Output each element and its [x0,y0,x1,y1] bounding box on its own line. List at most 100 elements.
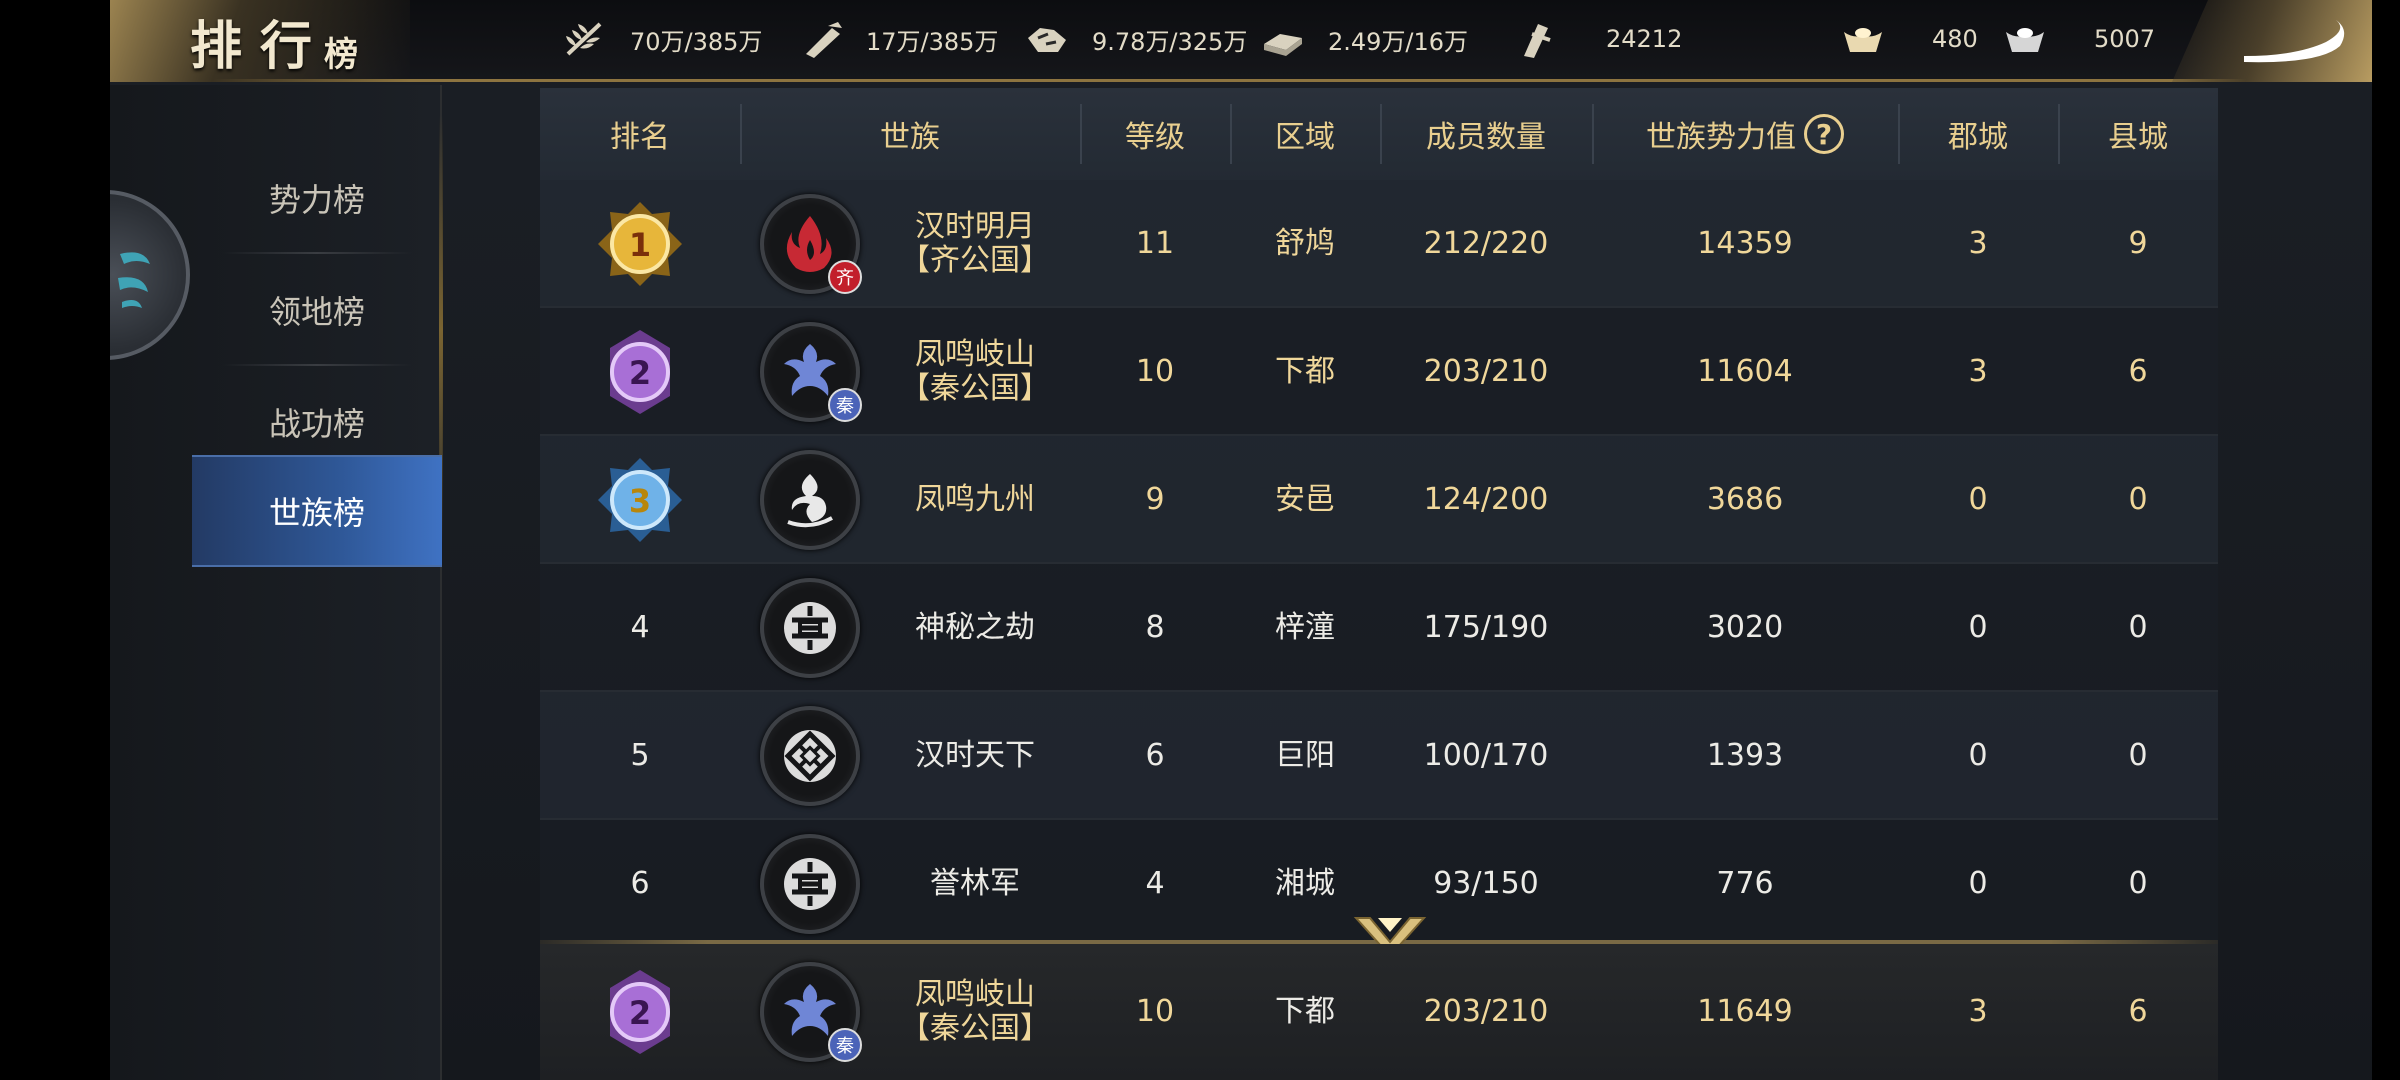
gold-medal-icon: 1 [598,202,682,286]
resource-iron[interactable]: 2.49万/16万 [1260,0,1468,78]
page-title-main: 排行 [190,16,331,77]
svg-text:2: 2 [629,994,651,1032]
swirl-emblem-icon [787,474,833,528]
col-commandery: 郡城 [1948,120,2008,155]
top-bar: 排行 榜 70万/385万 17万/385万 9.78万/325万 2.49万/… [110,0,2372,82]
clan-emblem [760,450,860,550]
purple-medal-icon: 2 [610,970,670,1054]
nation-badge: 秦 [828,1028,862,1062]
nation-badge: 齐 [828,260,862,294]
clan-members: 124/200 [1423,482,1549,517]
return-arrow-icon [2244,20,2345,63]
resource-gold[interactable]: 480 [1840,0,1978,78]
table-row[interactable]: 5 汉时天下 6 巨阳 100/170 1393 0 0 [540,692,2218,820]
clan-name: 汉时明月 【齐公国】 [900,209,1050,278]
rank-medal-2: 2 [540,308,740,436]
clan-members: 203/210 [1423,994,1549,1029]
help-icon[interactable]: ? [1804,114,1844,154]
clan-power: 3686 [1706,482,1784,517]
grain-icon [566,22,602,56]
token-icon [1524,24,1551,58]
col-clan: 世族 [880,120,940,155]
nav-item-clan-label: 世族榜 [268,494,365,532]
nav-item-clan[interactable]: 世族榜 [192,455,442,567]
iron-icon [1264,34,1302,56]
menu-orb-button[interactable] [110,190,190,360]
table-row[interactable]: 3 凤鸣九州 9 安邑 124/200 3686 0 0 [540,436,2218,564]
nav-item-territory[interactable]: 领地榜 [192,254,442,366]
clan-level: 4 [1145,866,1165,901]
clan-region: 下都 [1275,354,1335,389]
clan-name: 汉时天下 [915,738,1035,773]
clan-power: 11604 [1697,354,1793,389]
clan-commandery: 3 [1968,226,1988,261]
resource-iron-value: 2.49万/16万 [1328,27,1469,56]
clan-county: 6 [2128,354,2148,389]
svg-text:1: 1 [629,226,651,264]
clan-commandery: 0 [1968,866,1988,901]
table-row[interactable]: 4 神秘之劫 8 梓潼 175/190 3020 0 0 [540,564,2218,692]
col-level: 等级 [1125,120,1185,155]
page-title: 排行 榜 [190,2,358,80]
left-nav: 势力榜 领地榜 战功榜 世族榜 [110,85,443,1080]
clan-members: 100/170 [1423,738,1549,773]
clan-rank: 4 [630,610,650,645]
my-rank-medal: 2 [540,944,740,1080]
my-clan-row[interactable]: 2 秦 凤鸣岐山 【秦公国】 10 下都 203/210 11649 3 6 [540,944,2218,1080]
clan-emblem: 秦 [760,962,862,1062]
clan-name: 神秘之劫 [915,610,1035,645]
col-power-label: 世族势力值 [1646,120,1796,155]
col-power: 世族势力值 ? [1592,88,1898,180]
clan-county: 0 [2128,482,2148,517]
resource-token-value: 24212 [1606,25,1683,53]
clan-emblem [760,706,860,806]
resource-wood[interactable]: 17万/385万 [798,0,998,78]
clan-power: 776 [1716,866,1774,901]
clan-level: 10 [1135,354,1175,389]
clan-region: 舒鸠 [1275,226,1335,261]
shou-emblem-icon [784,858,836,910]
clan-members: 203/210 [1423,354,1549,389]
col-region: 区域 [1275,120,1335,155]
clan-members: 212/220 [1423,226,1549,261]
clan-level: 10 [1135,994,1175,1029]
ranking-screen: 排行 榜 70万/385万 17万/385万 9.78万/325万 2.49万/… [110,0,2372,1080]
nav-item-territory-label: 领地榜 [268,293,365,331]
resource-grain[interactable]: 70万/385万 [562,0,762,78]
clan-name: 凤鸣岐山 【秦公国】 [900,977,1050,1046]
table-row[interactable]: 1 齐 汉时明月 【齐公国】 11 舒鸠 212/220 14359 3 9 [540,180,2218,308]
resource-wood-value: 17万/385万 [866,27,999,56]
resource-token[interactable]: 24212 [1514,0,1682,78]
clan-power: 3020 [1706,610,1784,645]
clan-emblem [760,834,860,934]
clan-emblem [760,578,860,678]
nav-item-power[interactable]: 势力榜 [192,142,442,254]
resource-silver-value: 5007 [2094,25,2156,53]
blue-medal-icon: 3 [598,458,682,542]
clan-county: 9 [2128,226,2148,261]
resource-silver[interactable]: 5007 [2002,0,2155,78]
clan-power: 14359 [1697,226,1793,261]
silver-ingot-icon [2006,28,2044,52]
clan-members: 175/190 [1423,610,1549,645]
knot-emblem-icon [784,730,836,782]
clan-commandery: 0 [1968,738,1988,773]
clan-level: 9 [1145,482,1165,517]
svg-text:3: 3 [629,482,651,520]
resource-stone[interactable]: 9.78万/325万 [1024,0,1247,78]
col-members: 成员数量 [1426,120,1546,155]
swirl-icon [118,252,150,308]
nation-badge: 秦 [828,388,862,422]
clan-level: 8 [1145,610,1165,645]
clan-region: 梓潼 [1275,610,1335,645]
clan-region: 安邑 [1275,482,1335,517]
clan-level: 6 [1145,738,1165,773]
clan-name: 凤鸣岐山 【秦公国】 [900,337,1050,406]
table-row[interactable]: 2 秦 凤鸣岐山 【秦公国】 10 下都 203/210 11604 3 6 [540,308,2218,436]
return-button[interactable] [2172,0,2372,82]
shou-emblem-icon [784,602,836,654]
col-rank: 排名 [610,120,670,155]
clan-power: 11649 [1697,994,1793,1029]
resource-gold-value: 480 [1932,25,1978,53]
rank-medal-1: 1 [540,180,740,308]
